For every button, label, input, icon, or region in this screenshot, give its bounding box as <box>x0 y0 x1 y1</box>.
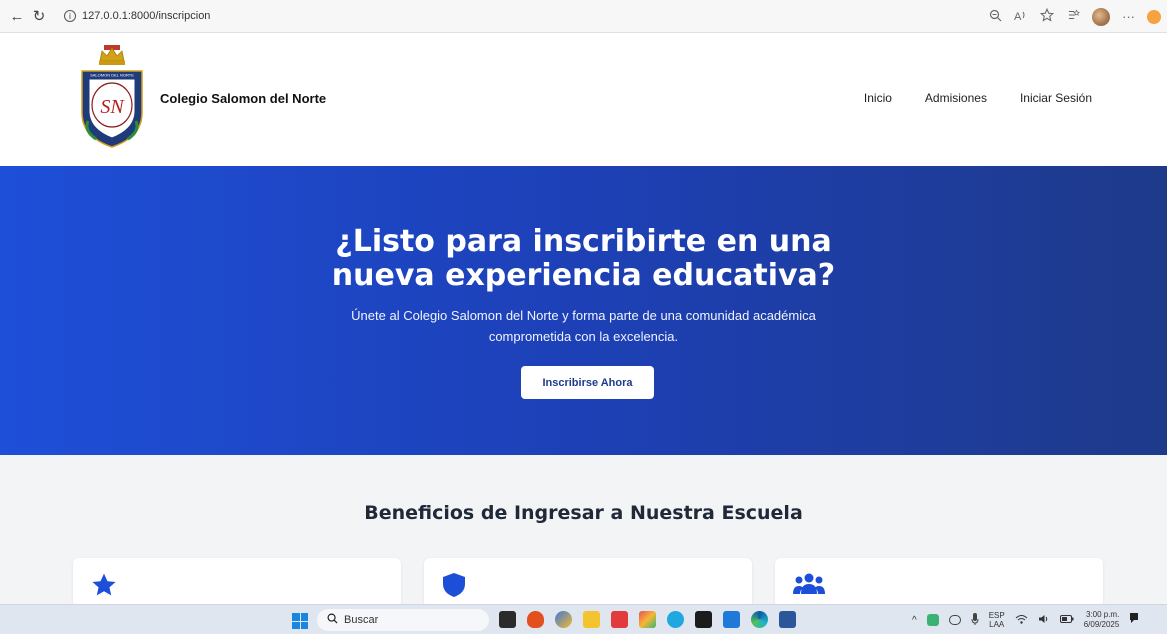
windows-start-icon[interactable] <box>292 613 308 629</box>
star-icon <box>91 572 117 603</box>
read-aloud-icon[interactable]: A <box>1014 9 1028 25</box>
taskbar-clock[interactable]: 3:00 p.m. 6/09/2025 <box>1084 610 1120 630</box>
hero-subtitle: Únete al Colegio Salomon del Norte y for… <box>0 305 1167 347</box>
search-icon <box>327 613 338 627</box>
clock-time: 3:00 p.m. <box>1085 610 1120 619</box>
browser-actions: A ··· <box>989 0 1167 33</box>
nav-inicio[interactable]: Inicio <box>864 91 892 105</box>
system-tray: ^ ESP LAA 3:00 p.m. 6/09/2025 <box>912 609 1139 631</box>
address-bar[interactable]: i 127.0.0.1:8000/inscripcion <box>58 4 248 28</box>
logo-ring-text: SALOMON DEL NORTE <box>90 73 134 78</box>
back-icon[interactable]: ← <box>6 5 28 27</box>
hero-subtitle-line2: comprometida con la excelencia. <box>488 329 679 344</box>
battery-icon[interactable] <box>1059 614 1074 626</box>
file-explorer-icon[interactable] <box>583 611 600 628</box>
nav-iniciar-sesion[interactable]: Iniciar Sesión <box>1020 91 1092 105</box>
main-nav: Inicio Admisiones Iniciar Sesión <box>864 91 1092 105</box>
taskbar-search-placeholder: Buscar <box>344 614 379 626</box>
cloud-icon[interactable] <box>948 615 961 625</box>
colorful-app-icon[interactable] <box>639 611 656 628</box>
zoom-icon[interactable] <box>989 9 1002 25</box>
favorites-list-icon[interactable] <box>1066 8 1080 25</box>
favorite-star-icon[interactable] <box>1039 7 1055 25</box>
taskbar-search[interactable]: Buscar <box>317 609 489 631</box>
refresh-icon[interactable]: ↻ <box>28 5 50 27</box>
logo-monogram: SN <box>100 96 125 118</box>
site-header: SN SALOMON DEL NORTE Colegio Salomon del… <box>0 33 1167 166</box>
lang-bottom: LAA <box>989 620 1005 629</box>
browser-toolbar: ← ↻ i 127.0.0.1:8000/inscripcion A ··· <box>0 0 1167 33</box>
users-icon <box>793 572 825 601</box>
microphone-icon[interactable] <box>971 612 979 628</box>
benefit-card <box>73 558 401 608</box>
vscode-icon[interactable] <box>723 611 740 628</box>
wifi-icon[interactable] <box>1015 614 1028 627</box>
windows-taskbar: Buscar ^ ESP LAA 3:00 p.m. 6/09/2025 <box>0 604 1167 634</box>
hero-subtitle-line1: Únete al Colegio Salomon del Norte y for… <box>351 308 816 323</box>
edge-icon[interactable] <box>751 611 768 628</box>
hero-title: ¿Listo para inscribirte en una nueva exp… <box>0 225 1167 293</box>
benefit-card <box>424 558 752 608</box>
terminal-icon[interactable] <box>695 611 712 628</box>
task-view-icon[interactable] <box>499 611 516 628</box>
more-options-icon[interactable]: ··· <box>1122 9 1135 24</box>
language-indicator[interactable]: ESP LAA <box>989 611 1005 629</box>
lang-top: ESP <box>988 611 1005 620</box>
school-logo[interactable]: SN SALOMON DEL NORTE <box>76 43 148 153</box>
tray-app-icon[interactable] <box>926 614 939 626</box>
benefit-card <box>775 558 1103 608</box>
copilot-app-icon[interactable] <box>555 611 572 628</box>
notification-icon[interactable] <box>1129 613 1139 627</box>
site-info-icon[interactable]: i <box>64 10 76 22</box>
clock-date: 6/09/2025 <box>1083 620 1120 629</box>
hero-title-line1: ¿Listo para inscribirte en una <box>335 224 832 259</box>
hero-title-line2: nueva experiencia educativa? <box>331 258 836 293</box>
volume-icon[interactable] <box>1038 614 1050 627</box>
media-app-icon[interactable] <box>611 611 628 628</box>
brave-icon[interactable] <box>527 611 544 628</box>
url-text: 127.0.0.1:8000/inscripcion <box>82 10 211 22</box>
inscribirse-button[interactable]: Inscribirse Ahora <box>521 366 654 399</box>
chevron-up-icon[interactable]: ^ <box>912 615 917 626</box>
store-app-icon[interactable] <box>667 611 684 628</box>
hero-section: ¿Listo para inscribirte en una nueva exp… <box>0 166 1167 455</box>
benefits-title: Beneficios de Ingresar a Nuestra Escuela <box>364 502 803 524</box>
brand-name[interactable]: Colegio Salomon del Norte <box>160 91 326 106</box>
word-icon[interactable] <box>779 611 796 628</box>
nav-admisiones[interactable]: Admisiones <box>925 91 987 105</box>
copilot-icon[interactable] <box>1147 9 1161 24</box>
shield-icon <box>442 572 466 603</box>
svg-text:A: A <box>1014 11 1022 22</box>
profile-avatar[interactable] <box>1092 7 1110 26</box>
taskbar-apps <box>499 611 796 628</box>
